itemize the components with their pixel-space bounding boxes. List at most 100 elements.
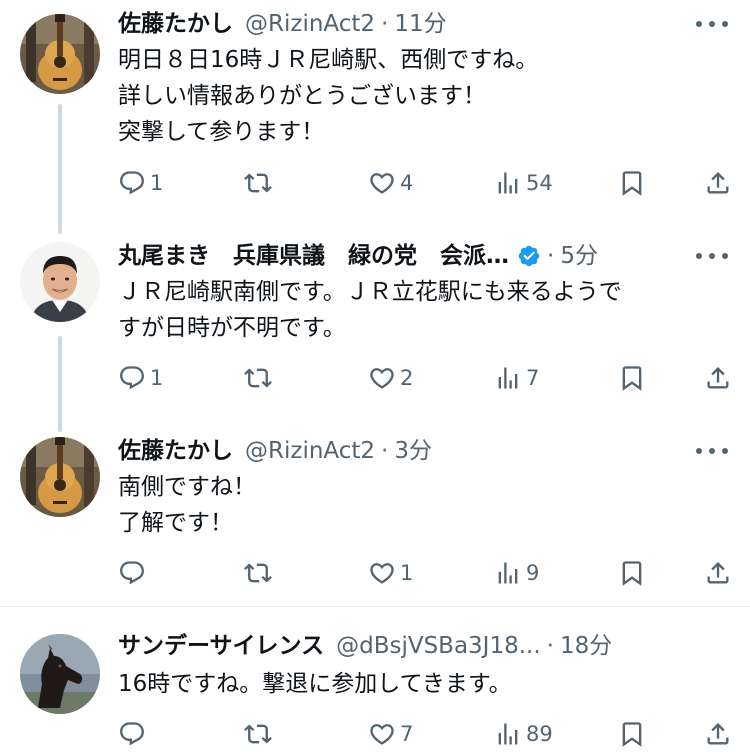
views-button[interactable]: 7 <box>494 360 539 396</box>
bookmark-icon <box>618 720 646 748</box>
reply-count: 1 <box>150 171 164 195</box>
views-button[interactable]: 9 <box>494 555 539 591</box>
like-button[interactable]: 2 <box>368 360 413 396</box>
tweet-actions: 1 2 7 <box>118 360 732 396</box>
like-icon <box>368 559 396 587</box>
more-icon[interactable] <box>696 19 728 29</box>
avatar[interactable] <box>20 437 100 517</box>
share-icon <box>704 364 732 392</box>
share-icon <box>704 559 732 587</box>
guitar-avatar-image <box>20 14 100 94</box>
views-icon <box>494 720 522 748</box>
user-handle[interactable]: @RizinAct2 <box>245 6 375 42</box>
avatar[interactable] <box>20 14 100 94</box>
retweet-icon <box>244 169 272 197</box>
view-count: 89 <box>526 722 553 746</box>
timestamp[interactable]: 11分 <box>394 6 446 42</box>
avatar[interactable] <box>20 242 100 322</box>
thread-divider <box>0 606 750 607</box>
like-count: 1 <box>400 561 414 585</box>
like-button[interactable]: 4 <box>368 165 413 201</box>
bookmark-button[interactable] <box>618 716 646 752</box>
like-icon <box>368 364 396 392</box>
view-count: 54 <box>526 171 553 195</box>
retweet-button[interactable] <box>244 555 276 591</box>
share-button[interactable] <box>704 555 732 591</box>
retweet-button[interactable] <box>244 165 276 201</box>
views-button[interactable]: 54 <box>494 165 553 201</box>
tweet-actions: 1 4 54 <box>118 165 732 201</box>
reply-button[interactable]: 1 <box>118 165 163 201</box>
views-icon <box>494 559 522 587</box>
share-button[interactable] <box>704 165 732 201</box>
display-name[interactable]: サンデーサイレンス <box>118 628 324 664</box>
bookmark-icon <box>618 364 646 392</box>
like-count: 4 <box>400 171 414 195</box>
reply-icon <box>118 364 146 392</box>
like-button[interactable]: 1 <box>368 555 413 591</box>
like-count: 7 <box>400 722 414 746</box>
tweet-header: 佐藤たかし @RizinAct2 · 3分 <box>118 433 730 469</box>
views-icon <box>494 364 522 392</box>
display-name[interactable]: 丸尾まき 兵庫県議 緑の党 会派… <box>118 238 509 274</box>
timestamp[interactable]: 5分 <box>560 238 598 274</box>
timestamp[interactable]: 18分 <box>560 628 612 664</box>
avatar[interactable] <box>20 634 100 714</box>
tweet-header: 佐藤たかし @RizinAct2 · 11分 <box>118 6 730 42</box>
view-count: 7 <box>526 366 540 390</box>
user-handle[interactable]: @RizinAct2 <box>245 433 375 469</box>
share-button[interactable] <box>704 360 732 396</box>
share-button[interactable] <box>704 716 732 752</box>
tweet-text: ＪＲ尼崎駅南側です。ＪＲ立花駅にも来るようで すが日時が不明です。 <box>118 279 622 341</box>
display-name[interactable]: 佐藤たかし <box>118 6 233 42</box>
conversation-thread: 佐藤たかし @RizinAct2 · 11分 明日８日16時ＪＲ尼崎駅、西側です… <box>0 0 750 755</box>
tweet[interactable]: 丸尾まき 兵庫県議 緑の党 会派… · 5分 ＪＲ尼崎駅南側です。ＪＲ立花駅にも… <box>0 230 750 425</box>
reply-icon <box>118 720 146 748</box>
bookmark-button[interactable] <box>618 555 646 591</box>
display-name[interactable]: 佐藤たかし <box>118 433 233 469</box>
like-icon <box>368 169 396 197</box>
man-portrait-avatar-image <box>20 242 100 322</box>
bookmark-icon <box>618 559 646 587</box>
like-button[interactable]: 7 <box>368 716 413 752</box>
like-count: 2 <box>400 366 414 390</box>
retweet-icon <box>244 364 272 392</box>
tweet-header: サンデーサイレンス @dBsjVSBa3J18... · 18分 <box>118 628 730 664</box>
more-icon[interactable] <box>696 251 728 261</box>
views-button[interactable]: 89 <box>494 716 553 752</box>
separator-dot: · <box>381 11 389 37</box>
tweet[interactable]: 佐藤たかし @RizinAct2 · 11分 明日８日16時ＪＲ尼崎駅、西側です… <box>0 0 750 230</box>
retweet-button[interactable] <box>244 716 276 752</box>
tweet-actions: 7 89 <box>118 716 732 752</box>
retweet-button[interactable] <box>244 360 276 396</box>
tweet[interactable]: 佐藤たかし @RizinAct2 · 3分 南側ですね！ 了解です！ 1 9 <box>0 425 750 605</box>
separator-dot: · <box>546 633 554 659</box>
view-count: 9 <box>526 561 540 585</box>
reply-icon <box>118 169 146 197</box>
share-icon <box>704 169 732 197</box>
user-handle[interactable]: @dBsjVSBa3J18... <box>336 628 541 664</box>
guitar-avatar-image <box>20 437 100 517</box>
reply-button[interactable] <box>118 555 150 591</box>
reply-button[interactable]: 1 <box>118 360 163 396</box>
reply-icon <box>118 559 146 587</box>
reply-count: 1 <box>150 366 164 390</box>
verified-badge-icon <box>518 245 540 267</box>
separator-dot: · <box>381 438 389 464</box>
bookmark-icon <box>618 169 646 197</box>
bookmark-button[interactable] <box>618 165 646 201</box>
more-icon[interactable] <box>696 446 728 456</box>
share-icon <box>704 720 732 748</box>
views-icon <box>494 169 522 197</box>
tweet-text: 明日８日16時ＪＲ尼崎駅、西側ですね。 詳しい情報ありがとうございます！ 突撃し… <box>118 47 539 145</box>
tweet[interactable]: サンデーサイレンス @dBsjVSBa3J18... · 18分 16時ですね。… <box>0 608 750 755</box>
bookmark-button[interactable] <box>618 360 646 396</box>
tweet-text: 南側ですね！ 了解です！ <box>118 474 256 536</box>
timestamp[interactable]: 3分 <box>394 433 432 469</box>
like-icon <box>368 720 396 748</box>
separator-dot: · <box>547 243 555 269</box>
reply-button[interactable] <box>118 716 150 752</box>
tweet-text: 16時ですね。撃退に参加してきます。 <box>118 671 512 697</box>
retweet-icon <box>244 559 272 587</box>
tweet-header: 丸尾まき 兵庫県議 緑の党 会派… · 5分 <box>118 238 730 274</box>
